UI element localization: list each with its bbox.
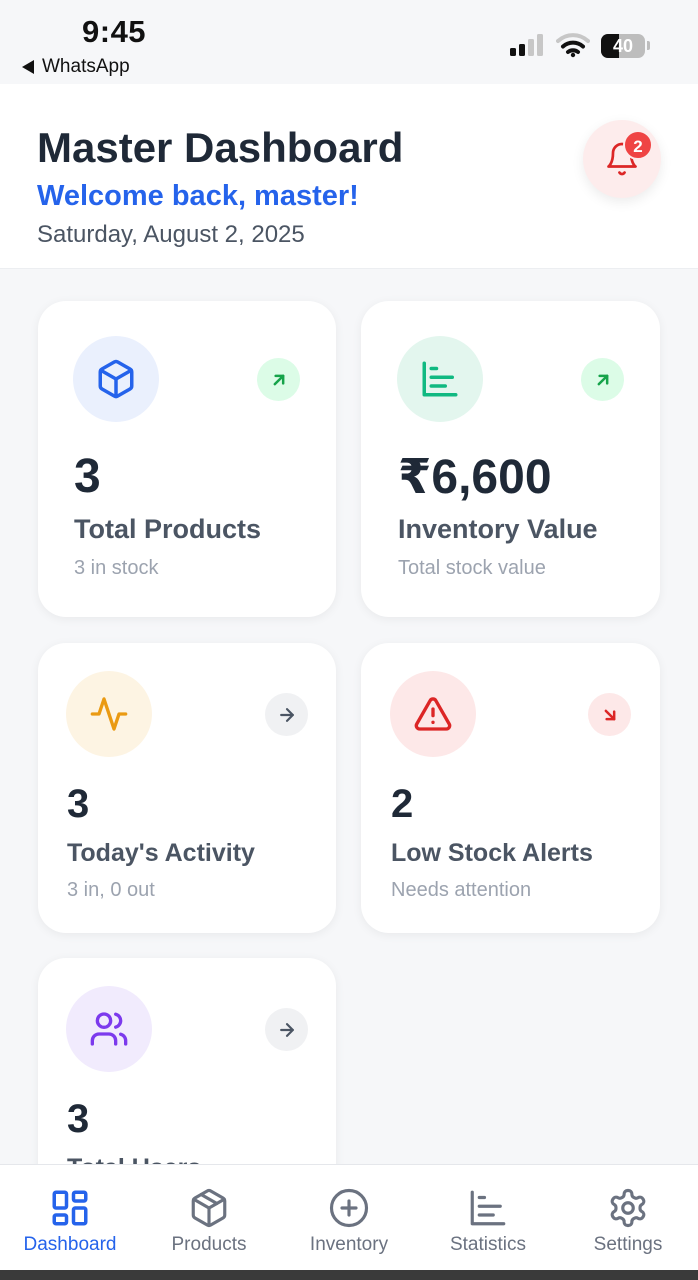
nav-item-inventory[interactable]: Inventory (279, 1165, 419, 1271)
battery-tip (647, 41, 650, 50)
status-bar: 9:45 WhatsApp 40 (0, 0, 698, 84)
notification-badge: 2 (623, 130, 653, 160)
arrow-right-icon (265, 1008, 308, 1051)
stat-card-total-products[interactable]: 3 Total Products 3 in stock (38, 301, 336, 617)
stat-value: 3 (67, 1097, 90, 1141)
trend-up-icon (581, 358, 624, 401)
warning-icon (390, 671, 476, 757)
bar-chart-icon (397, 336, 483, 422)
nav-item-products[interactable]: Products (139, 1165, 279, 1271)
wifi-icon (556, 33, 590, 58)
home-indicator-bar (0, 1270, 698, 1280)
cube-icon (73, 336, 159, 422)
activity-icon (66, 671, 152, 757)
nav-item-dashboard[interactable]: Dashboard (0, 1165, 140, 1271)
nav-label: Products (171, 1234, 247, 1255)
users-icon (66, 986, 152, 1072)
stat-value: 3 (67, 782, 90, 826)
trend-down-icon (588, 693, 631, 736)
arrow-right-icon (265, 693, 308, 736)
gear-icon (610, 1188, 646, 1228)
stat-value: 3 (74, 450, 101, 503)
cellular-signal-icon (510, 34, 543, 56)
stat-label: Today's Activity (67, 839, 255, 867)
welcome-message: Welcome back, master! (37, 180, 359, 212)
nav-item-statistics[interactable]: Statistics (418, 1165, 558, 1271)
stat-card-low-stock-alerts[interactable]: 2 Low Stock Alerts Needs attention (361, 643, 660, 933)
nav-label: Inventory (309, 1234, 389, 1255)
back-arrow-icon (22, 60, 34, 74)
stat-subtext: 3 in stock (74, 557, 159, 579)
nav-label: Settings (593, 1234, 663, 1255)
nav-label: Statistics (449, 1234, 527, 1255)
nav-label: Dashboard (23, 1234, 117, 1255)
stat-subtext: 3 in, 0 out (67, 879, 155, 901)
battery-level: 40 (612, 36, 634, 56)
back-app-label: WhatsApp (42, 56, 130, 77)
stat-subtext: Needs attention (391, 879, 532, 901)
bottom-navigation: Dashboard Products Inventory Statistics … (0, 1164, 698, 1270)
stat-label: Inventory Value (398, 514, 598, 544)
status-time: 9:45 (82, 14, 147, 49)
stat-label: Low Stock Alerts (391, 839, 593, 867)
notifications-button[interactable]: 2 (583, 120, 661, 198)
current-date: Saturday, August 2, 2025 (37, 221, 305, 248)
grid-icon (52, 1190, 88, 1226)
trend-up-icon (257, 358, 300, 401)
page-title: Master Dashboard (37, 124, 404, 171)
back-to-app-link[interactable]: WhatsApp (22, 56, 130, 78)
nav-item-settings[interactable]: Settings (558, 1165, 698, 1271)
dashboard-header: Master Dashboard Welcome back, master! S… (0, 84, 698, 269)
battery-icon: 40 (601, 34, 645, 58)
stat-label: Total Products (74, 514, 262, 544)
stat-card-todays-activity[interactable]: 3 Today's Activity 3 in, 0 out (38, 643, 336, 933)
plus-circle-icon (329, 1188, 369, 1228)
stat-subtext: Total stock value (398, 557, 546, 579)
stat-value: 2 (391, 782, 414, 826)
bar-chart-icon (470, 1190, 506, 1226)
box-icon (191, 1188, 227, 1228)
stat-value: ₹6,600 (398, 451, 552, 504)
stat-card-inventory-value[interactable]: ₹6,600 Inventory Value Total stock value (361, 301, 660, 617)
